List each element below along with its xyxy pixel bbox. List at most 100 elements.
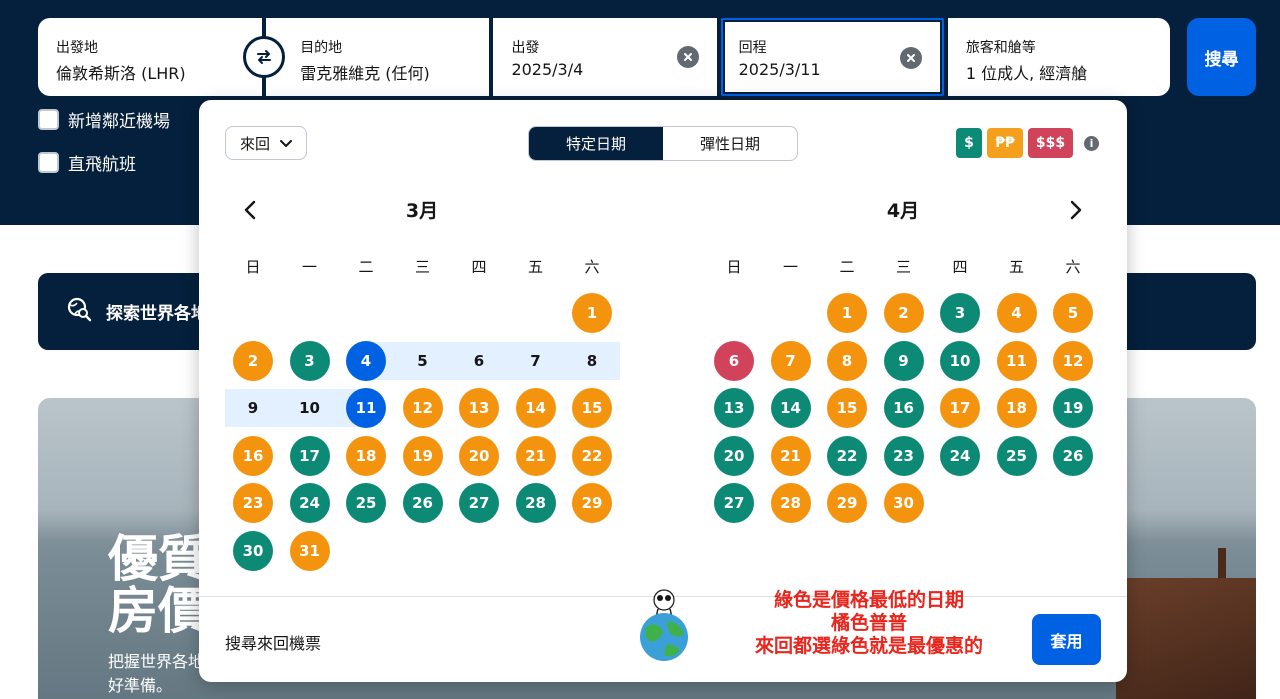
selected-day[interactable]: 4 <box>346 340 386 381</box>
calendar-day[interactable]: 15 <box>827 388 867 428</box>
calendar-day[interactable]: 3 <box>940 293 980 333</box>
calendar-day[interactable]: 13 <box>459 388 499 428</box>
calendar-day[interactable]: 25 <box>346 483 386 523</box>
calendar-day[interactable]: 23 <box>883 435 924 476</box>
calendar-day[interactable]: 28 <box>515 483 556 523</box>
nearby-airports-label: 新增鄰近機場 <box>68 112 170 132</box>
destination-field[interactable]: 目的地 雷克雅維克 (任何) <box>266 18 490 96</box>
depart-date-field[interactable]: 出發 2025/3/4 <box>493 18 717 96</box>
calendar-day[interactable]: 15 <box>572 388 612 428</box>
month-title: 3月 <box>405 200 439 222</box>
note-line-2: 橘色普普 <box>830 612 907 634</box>
calendar-day[interactable]: 16 <box>883 388 924 428</box>
swap-icon[interactable] <box>243 36 285 78</box>
calendar-day[interactable]: 19 <box>1053 388 1093 428</box>
weekday-label: 三 <box>414 258 430 276</box>
calendar-day[interactable]: 30 <box>233 530 273 571</box>
weekday-label: 四 <box>952 258 968 276</box>
calendar-day[interactable]: 22 <box>827 435 867 476</box>
tab-flexible-dates[interactable]: 彈性日期 <box>663 127 797 160</box>
calendar-day[interactable]: 4 <box>996 293 1037 333</box>
calendar-day[interactable]: 24 <box>940 435 980 476</box>
calendar-day[interactable]: 12 <box>1053 340 1093 381</box>
explore-label: 探索世界各地 <box>106 304 208 324</box>
footer-label: 搜尋來回機票 <box>225 634 322 653</box>
nearby-airports-checkbox[interactable] <box>38 109 59 130</box>
calendar-day[interactable]: 9 <box>233 388 273 428</box>
calendar-day[interactable]: 7 <box>516 341 556 381</box>
calendar-day[interactable]: 8 <box>827 340 867 381</box>
return-date-field[interactable]: 回程 2025/3/11 <box>720 18 944 96</box>
calendar-day[interactable]: 7 <box>770 340 811 381</box>
weekday-label: 五 <box>1008 258 1024 276</box>
calendar-day[interactable]: 16 <box>233 435 273 476</box>
explore-globe-search-icon <box>66 296 92 327</box>
travellers-field[interactable]: 旅客和艙等 1 位成人, 經濟艙 <box>947 18 1170 96</box>
calendar-day[interactable]: 13 <box>714 388 754 428</box>
calendar-day[interactable]: 17 <box>940 388 980 428</box>
calendar-day[interactable]: 21 <box>515 435 556 476</box>
prev-month-icon[interactable] <box>240 200 260 220</box>
calendar-day[interactable]: 23 <box>233 483 273 523</box>
calendar-day[interactable]: 18 <box>996 388 1037 428</box>
trip-type-select[interactable]: 來回 <box>225 126 307 160</box>
calendar-day[interactable]: 24 <box>289 483 330 523</box>
calendar-day[interactable]: 30 <box>883 483 924 523</box>
calendar-day[interactable]: 6 <box>714 340 754 381</box>
calendar-day[interactable]: 29 <box>572 483 612 523</box>
calendar-day[interactable]: 20 <box>714 435 754 476</box>
calendar-day[interactable]: 21 <box>770 435 811 476</box>
calendar-day[interactable]: 14 <box>515 388 556 428</box>
travellers-value: 1 位成人, 經濟艙 <box>965 64 1088 83</box>
calendar-day[interactable]: 26 <box>402 483 443 523</box>
calendar-day[interactable]: 12 <box>402 388 443 428</box>
calendar-day[interactable]: 3 <box>289 340 330 381</box>
apply-button[interactable]: 套用 <box>1032 614 1101 665</box>
calendar-day[interactable]: 11 <box>996 340 1037 381</box>
clear-return-icon[interactable] <box>899 47 922 69</box>
calendar-day[interactable]: 6 <box>459 341 499 381</box>
calendar-day[interactable]: 26 <box>1053 435 1093 476</box>
tab-specific-dates[interactable]: 特定日期 <box>529 127 663 160</box>
calendar-day[interactable]: 25 <box>996 435 1037 476</box>
calendar-day[interactable]: 2 <box>883 293 924 333</box>
calendar-day[interactable]: 27 <box>714 483 754 523</box>
calendar-day[interactable]: 27 <box>459 483 499 523</box>
calendar-day[interactable]: 28 <box>770 483 811 523</box>
flight-search-form: 出發地 倫敦希斯洛 (LHR) 目的地 雷克雅維克 (任何) 出發 2025/3… <box>38 18 1170 96</box>
calendar-day[interactable]: 10 <box>290 388 330 428</box>
search-button[interactable]: 搜尋 <box>1187 18 1256 96</box>
weekday-label: 日 <box>726 258 742 276</box>
clear-depart-icon[interactable] <box>676 46 699 68</box>
calendar-day[interactable]: 5 <box>1053 293 1093 333</box>
calendar-day[interactable]: 5 <box>403 341 443 381</box>
weekday-label: 四 <box>471 258 487 276</box>
calendar-day[interactable]: 18 <box>346 435 386 476</box>
calendar-day[interactable]: 14 <box>770 388 811 428</box>
calendar-day[interactable]: 19 <box>402 435 443 476</box>
weekday-label: 五 <box>527 258 543 276</box>
nearby-airports-option[interactable]: 新增鄰近機場 <box>38 107 170 132</box>
info-icon[interactable]: i <box>1084 135 1099 151</box>
calendar-day[interactable]: 2 <box>233 340 273 381</box>
note-line-1: 綠色是價格最低的日期 <box>773 589 964 611</box>
next-month-icon[interactable] <box>1066 200 1086 220</box>
legend-low-price: $ <box>956 128 982 158</box>
calendar-day[interactable]: 22 <box>572 435 612 476</box>
selected-day[interactable]: 11 <box>346 388 386 428</box>
calendar-day[interactable]: 17 <box>289 435 330 476</box>
origin-field[interactable]: 出發地 倫敦希斯洛 (LHR) <box>38 18 263 96</box>
calendar-day[interactable]: 8 <box>572 341 612 381</box>
calendar-day[interactable]: 10 <box>940 340 980 381</box>
origin-value: 倫敦希斯洛 (LHR) <box>56 64 186 83</box>
direct-flights-option[interactable]: 直飛航班 <box>38 150 136 175</box>
hero-subtitle: 把握世界各地 好準備。 <box>108 650 204 698</box>
calendar-day[interactable]: 1 <box>827 293 867 333</box>
calendar-day[interactable]: 29 <box>827 483 867 523</box>
direct-flights-checkbox[interactable] <box>38 152 59 173</box>
calendar-day[interactable]: 31 <box>289 530 330 571</box>
calendar-day[interactable]: 9 <box>883 340 924 381</box>
calendar-day[interactable]: 1 <box>572 293 612 333</box>
weekday-label: 日 <box>245 258 261 276</box>
calendar-day[interactable]: 20 <box>459 435 499 476</box>
